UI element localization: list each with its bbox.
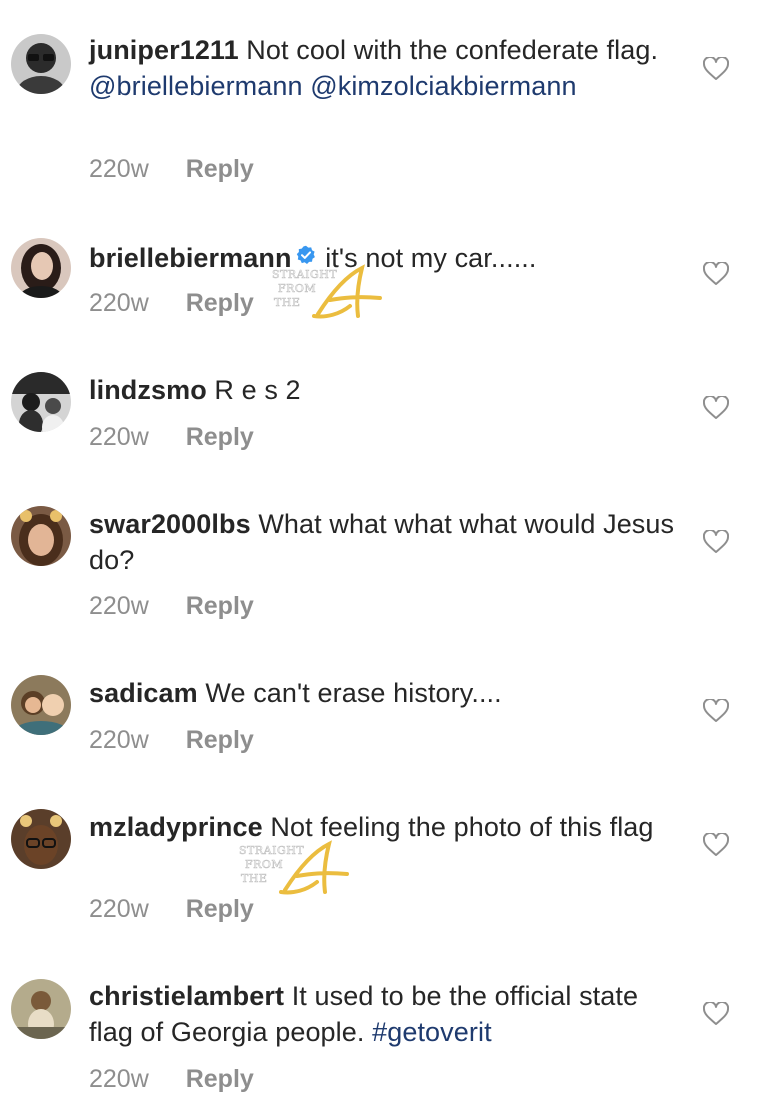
like-heart-icon[interactable] <box>702 1000 730 1026</box>
comment-body: R e s 2 <box>214 375 301 405</box>
comment-meta: 220w Reply <box>89 591 254 621</box>
comment-timestamp: 220w <box>89 726 149 754</box>
reply-button[interactable]: Reply <box>186 1065 254 1093</box>
avatar[interactable] <box>11 34 71 94</box>
comment-meta: 220w Reply <box>89 288 254 318</box>
reply-button[interactable]: Reply <box>186 895 254 923</box>
avatar[interactable] <box>11 979 71 1039</box>
comment-text: christielambert It used to be the offici… <box>89 978 679 1050</box>
reply-button[interactable]: Reply <box>186 726 254 754</box>
comment-username[interactable]: sadicam <box>89 678 198 708</box>
avatar[interactable] <box>11 675 71 735</box>
like-heart-icon[interactable] <box>702 394 730 420</box>
comment-timestamp: 220w <box>89 895 149 923</box>
comment-meta: 220w Reply <box>89 894 254 924</box>
reply-button[interactable]: Reply <box>186 423 254 451</box>
watermark-line: STRAIGHT <box>272 268 337 281</box>
comment-text: sadicam We can't erase history.... <box>89 675 679 711</box>
like-heart-icon[interactable] <box>702 528 730 554</box>
comment-timestamp: 220w <box>89 423 149 451</box>
comment-body: Not cool with the confederate flag. <box>246 35 659 65</box>
reply-button[interactable]: Reply <box>186 289 254 317</box>
watermark-logo: STRAIGHT FROM THE <box>237 838 357 898</box>
like-heart-icon[interactable] <box>702 55 730 81</box>
reply-button[interactable]: Reply <box>186 592 254 620</box>
comment-timestamp: 220w <box>89 289 149 317</box>
watermark-line: FROM <box>245 858 283 871</box>
comment-username[interactable]: briellebiermann <box>89 243 292 273</box>
comment-timestamp: 220w <box>89 155 149 183</box>
avatar[interactable] <box>11 809 71 869</box>
mention-link[interactable]: @briellebiermann <box>89 71 303 101</box>
comment-meta: 220w Reply <box>89 422 254 452</box>
comment-meta: 220w Reply <box>89 1064 254 1094</box>
watermark-line: FROM <box>278 282 316 295</box>
like-heart-icon[interactable] <box>702 260 730 286</box>
watermark-logo: STRAIGHT FROM THE <box>270 262 390 322</box>
mention-link[interactable]: @kimzolciakbiermann <box>310 71 576 101</box>
avatar[interactable] <box>11 372 71 432</box>
like-heart-icon[interactable] <box>702 697 730 723</box>
hashtag-link[interactable]: #getoverit <box>372 1017 492 1047</box>
comment-timestamp: 220w <box>89 1065 149 1093</box>
comment-text: mzladyprince Not feeling the photo of th… <box>89 809 679 845</box>
watermark-line: THE <box>274 296 300 309</box>
comment-text: swar2000lbs What what what what would Je… <box>89 506 679 578</box>
comment-text: juniper1211 Not cool with the confederat… <box>89 32 679 104</box>
like-heart-icon[interactable] <box>702 831 730 857</box>
comment-username[interactable]: juniper1211 <box>89 35 239 65</box>
comment-meta: 220w Reply <box>89 725 254 755</box>
comment-body: We can't erase history.... <box>205 678 502 708</box>
avatar[interactable] <box>11 238 71 298</box>
comment-timestamp: 220w <box>89 592 149 620</box>
comment-username[interactable]: christielambert <box>89 981 284 1011</box>
watermark-line: THE <box>241 872 267 885</box>
comment-username[interactable]: swar2000lbs <box>89 509 251 539</box>
comment-username[interactable]: lindzsmo <box>89 375 207 405</box>
reply-button[interactable]: Reply <box>186 155 254 183</box>
comment-text: lindzsmo R e s 2 <box>89 372 679 408</box>
avatar[interactable] <box>11 506 71 566</box>
comment-meta: 220w Reply <box>89 154 254 184</box>
watermark-line: STRAIGHT <box>239 844 304 857</box>
